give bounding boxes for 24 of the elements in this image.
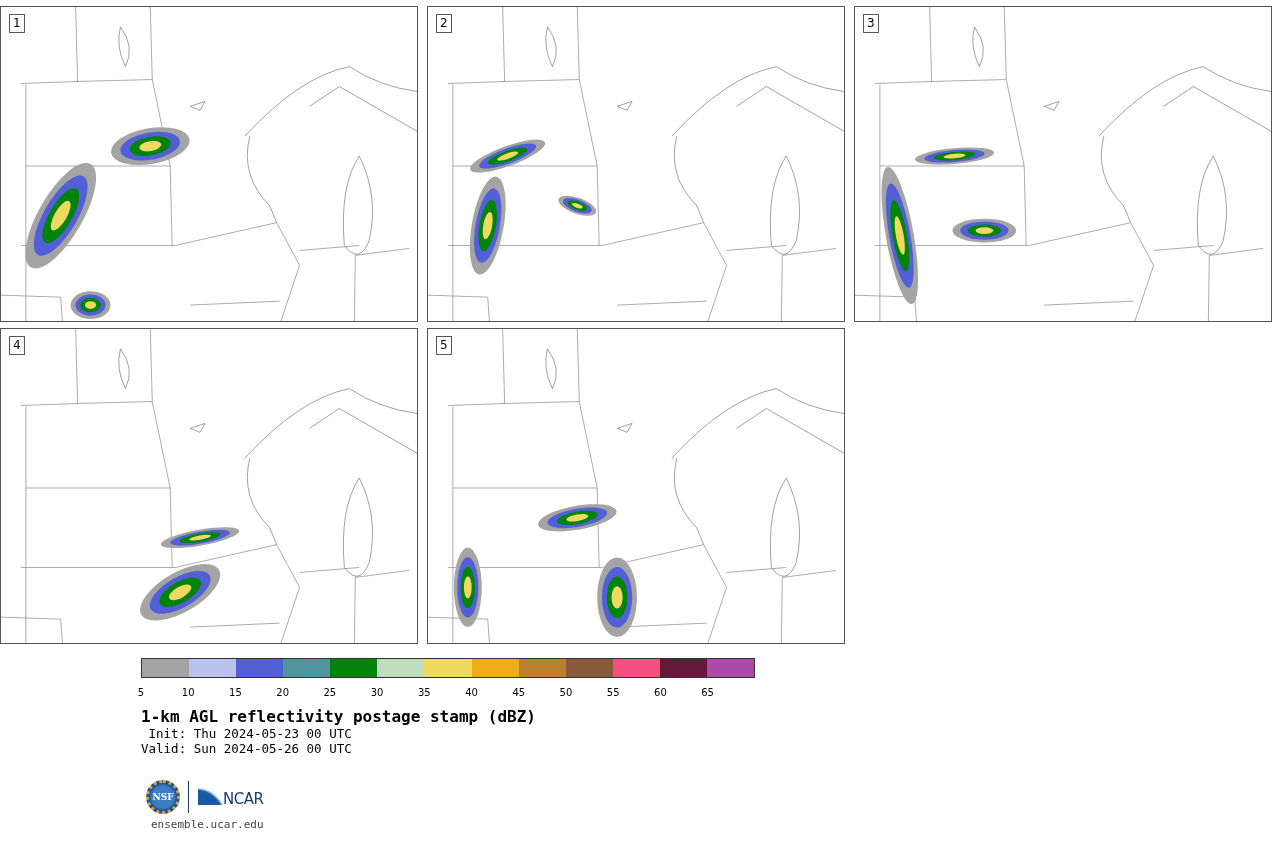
tick-label: 50	[559, 687, 573, 699]
tick-label: 20	[276, 687, 289, 699]
panel-number: 3	[863, 14, 879, 33]
panel-number: 5	[436, 336, 452, 355]
init-time: Init: Thu 2024-05-23 00 UTC	[147, 726, 353, 741]
tick-label: 10	[181, 687, 195, 699]
panel-number: 4	[9, 336, 25, 355]
tick-label: 55	[606, 687, 620, 699]
panel-number: 2	[436, 14, 452, 33]
tick-label: 15	[229, 687, 242, 699]
tick-label: 25	[323, 687, 337, 699]
nsf-logo: NSF	[146, 780, 180, 814]
ncar-logo: NCAR	[197, 787, 264, 807]
tick-label: 30	[370, 687, 384, 699]
tick-label: 40	[465, 687, 478, 699]
tick-label: 60	[654, 687, 667, 699]
tick-label: 65	[701, 687, 714, 699]
chart-title: 1-km AGL reflectivity postage stamp (dBZ)	[141, 708, 537, 726]
site-link[interactable]: ensemble.ucar.edu	[151, 818, 264, 831]
tick-label: 45	[512, 687, 526, 699]
tick-label: 5	[137, 687, 145, 699]
panel-number: 1	[9, 14, 25, 33]
tick-label: 35	[417, 687, 431, 699]
valid-time: Valid: Sun 2024-05-26 00 UTC	[141, 741, 353, 756]
